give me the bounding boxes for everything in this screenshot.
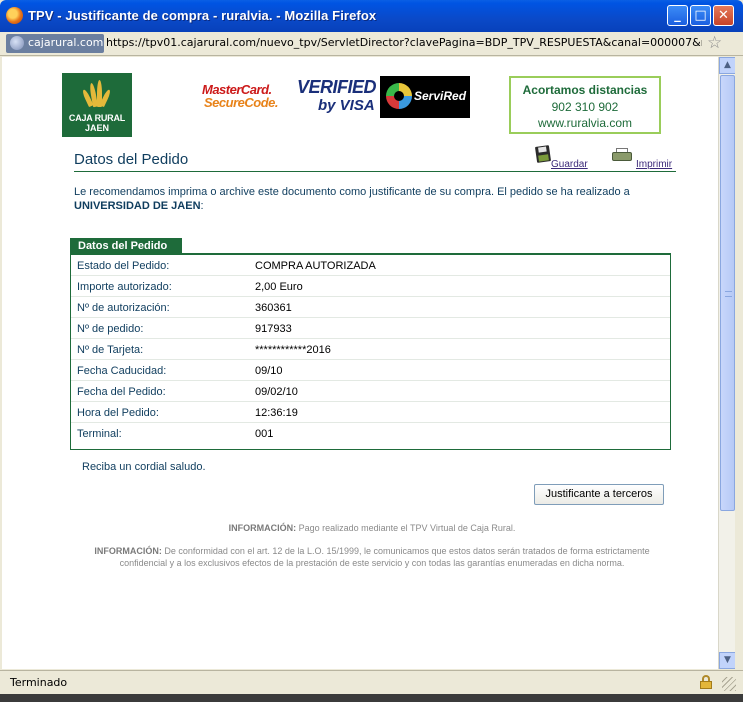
title-divider xyxy=(74,171,676,172)
resize-grip-icon[interactable] xyxy=(722,677,736,691)
row-label: Fecha Caducidad: xyxy=(77,365,167,377)
logo-text-bank: CAJA RURAL xyxy=(68,113,126,123)
table-row: Terminal: 001 xyxy=(71,423,670,444)
save-button[interactable]: Guardar xyxy=(530,145,596,170)
row-label: Fecha del Pedido: xyxy=(77,386,166,398)
close-button[interactable]: ✕ xyxy=(713,5,734,26)
row-value: ************2016 xyxy=(255,344,331,356)
url-field[interactable]: https://tpv01.cajarural.com/nuevo_tpv/Se… xyxy=(106,36,702,49)
verified-by-visa-logo: VERIFIED by VISA xyxy=(294,77,377,119)
servired-logo: ServiRed xyxy=(380,76,470,118)
merchant-name: UNIVERSIDAD DE JAEN xyxy=(74,200,201,212)
site-identity-label: cajarural.com xyxy=(28,36,104,49)
printer-icon xyxy=(612,148,632,162)
window-title: TPV - Justificante de compra - ruralvia.… xyxy=(28,8,377,23)
status-text: Terminado xyxy=(10,676,68,689)
firefox-icon xyxy=(6,7,23,24)
wheat-icon xyxy=(81,79,112,108)
globe-icon xyxy=(10,36,24,50)
contact-slogan: Acortamos distancias xyxy=(522,83,648,97)
verified-text: VERIFIED xyxy=(297,77,377,97)
site-identity-button[interactable]: cajarural.com xyxy=(6,34,104,53)
status-bar: Terminado xyxy=(0,670,743,694)
scroll-up-icon[interactable]: ▲ xyxy=(719,57,736,74)
servired-text: ServiRed xyxy=(414,89,467,103)
maximize-button[interactable]: □ xyxy=(690,5,711,26)
table-row: Importe autorizado: 2,00 Euro xyxy=(71,276,670,297)
row-value: 917933 xyxy=(255,323,292,335)
mastercard-securecode-logo: MasterCard. SecureCode. xyxy=(202,82,280,112)
info-label: INFORMACIÓN: xyxy=(94,546,162,556)
caja-rural-logo: CAJA RURAL JAEN xyxy=(62,73,132,137)
row-value: 09/02/10 xyxy=(255,386,298,398)
intro-text: Le recomendamos imprima o archive este d… xyxy=(74,185,674,213)
title-bar: TPV - Justificante de compra - ruralvia.… xyxy=(0,0,743,32)
floppy-disk-icon xyxy=(534,145,552,163)
table-row: Estado del Pedido: COMPRA AUTORIZADA xyxy=(71,255,670,276)
securecode-text: SecureCode. xyxy=(204,95,278,110)
row-value: 360361 xyxy=(255,302,292,314)
info-privacy-text: De conformidad con el art. 12 de la L.O.… xyxy=(119,546,650,568)
info-payment-text: Pago realizado mediante el TPV Virtual d… xyxy=(298,523,516,533)
print-label[interactable]: Imprimir xyxy=(636,159,672,170)
row-label: Terminal: xyxy=(77,428,122,440)
info-payment: INFORMACIÓN: Pago realizado mediante el … xyxy=(82,523,662,533)
table-row: Nº de Tarjeta: ************2016 xyxy=(71,339,670,360)
intro-sentence: Le recomendamos imprima o archive este d… xyxy=(74,186,630,198)
lock-icon[interactable] xyxy=(700,675,712,689)
info-privacy: INFORMACIÓN: De conformidad con el art. … xyxy=(78,545,666,569)
servired-icon xyxy=(386,83,412,109)
address-bar: cajarural.com https://tpv01.cajarural.co… xyxy=(0,32,743,56)
page-content: CAJA RURAL JAEN MasterCard. SecureCode. … xyxy=(2,57,718,669)
intro-suffix: : xyxy=(200,200,204,212)
row-label: Importe autorizado: xyxy=(77,281,172,293)
row-value: 2,00 Euro xyxy=(255,281,303,293)
window-right-edge xyxy=(735,57,743,669)
row-label: Nº de autorización: xyxy=(77,302,170,314)
table-row: Fecha Caducidad: 09/10 xyxy=(71,360,670,381)
row-label: Hora del Pedido: xyxy=(77,407,159,419)
row-value: 12:36:19 xyxy=(255,407,298,419)
table-row: Hora del Pedido: 12:36:19 xyxy=(71,402,670,423)
star-icon[interactable]: ☆ xyxy=(707,33,722,53)
logo-text-city: JAEN xyxy=(84,123,109,133)
table-row: Nº de pedido: 917933 xyxy=(71,318,670,339)
justificante-terceros-button[interactable]: Justificante a terceros xyxy=(534,484,664,505)
info-label: INFORMACIÓN: xyxy=(228,523,297,533)
farewell-text: Reciba un cordial saludo. xyxy=(82,461,206,473)
by-visa-text: by VISA xyxy=(318,97,375,114)
row-label: Nº de Tarjeta: xyxy=(77,344,144,356)
order-details-table: Estado del Pedido: COMPRA AUTORIZADA Impo… xyxy=(70,255,671,450)
table-row: Nº de autorización: 360361 xyxy=(71,297,670,318)
save-label[interactable]: Guardar xyxy=(551,159,588,170)
print-button[interactable]: Imprimir xyxy=(608,146,680,170)
row-value: COMPRA AUTORIZADA xyxy=(255,260,376,272)
contact-banner: Acortamos distancias 902 310 902 www.rur… xyxy=(509,76,661,134)
vertical-scrollbar[interactable]: ▲ ▼ xyxy=(718,57,736,669)
contact-phone: 902 310 902 xyxy=(551,100,619,114)
contact-web: www.ruralvia.com xyxy=(537,116,633,130)
scroll-down-icon[interactable]: ▼ xyxy=(719,652,736,669)
grip-icon xyxy=(725,291,732,297)
table-row: Fecha del Pedido: 09/02/10 xyxy=(71,381,670,402)
row-value: 09/10 xyxy=(255,365,283,377)
row-label: Nº de pedido: xyxy=(77,323,144,335)
page-title: Datos del Pedido xyxy=(74,151,189,168)
row-label: Estado del Pedido: xyxy=(77,260,170,272)
taskbar-strip xyxy=(0,694,743,702)
scroll-thumb[interactable] xyxy=(720,75,735,511)
row-value: 001 xyxy=(255,428,274,440)
minimize-button[interactable]: _ xyxy=(667,5,688,26)
browser-window: TPV - Justificante de compra - ruralvia.… xyxy=(0,0,743,702)
